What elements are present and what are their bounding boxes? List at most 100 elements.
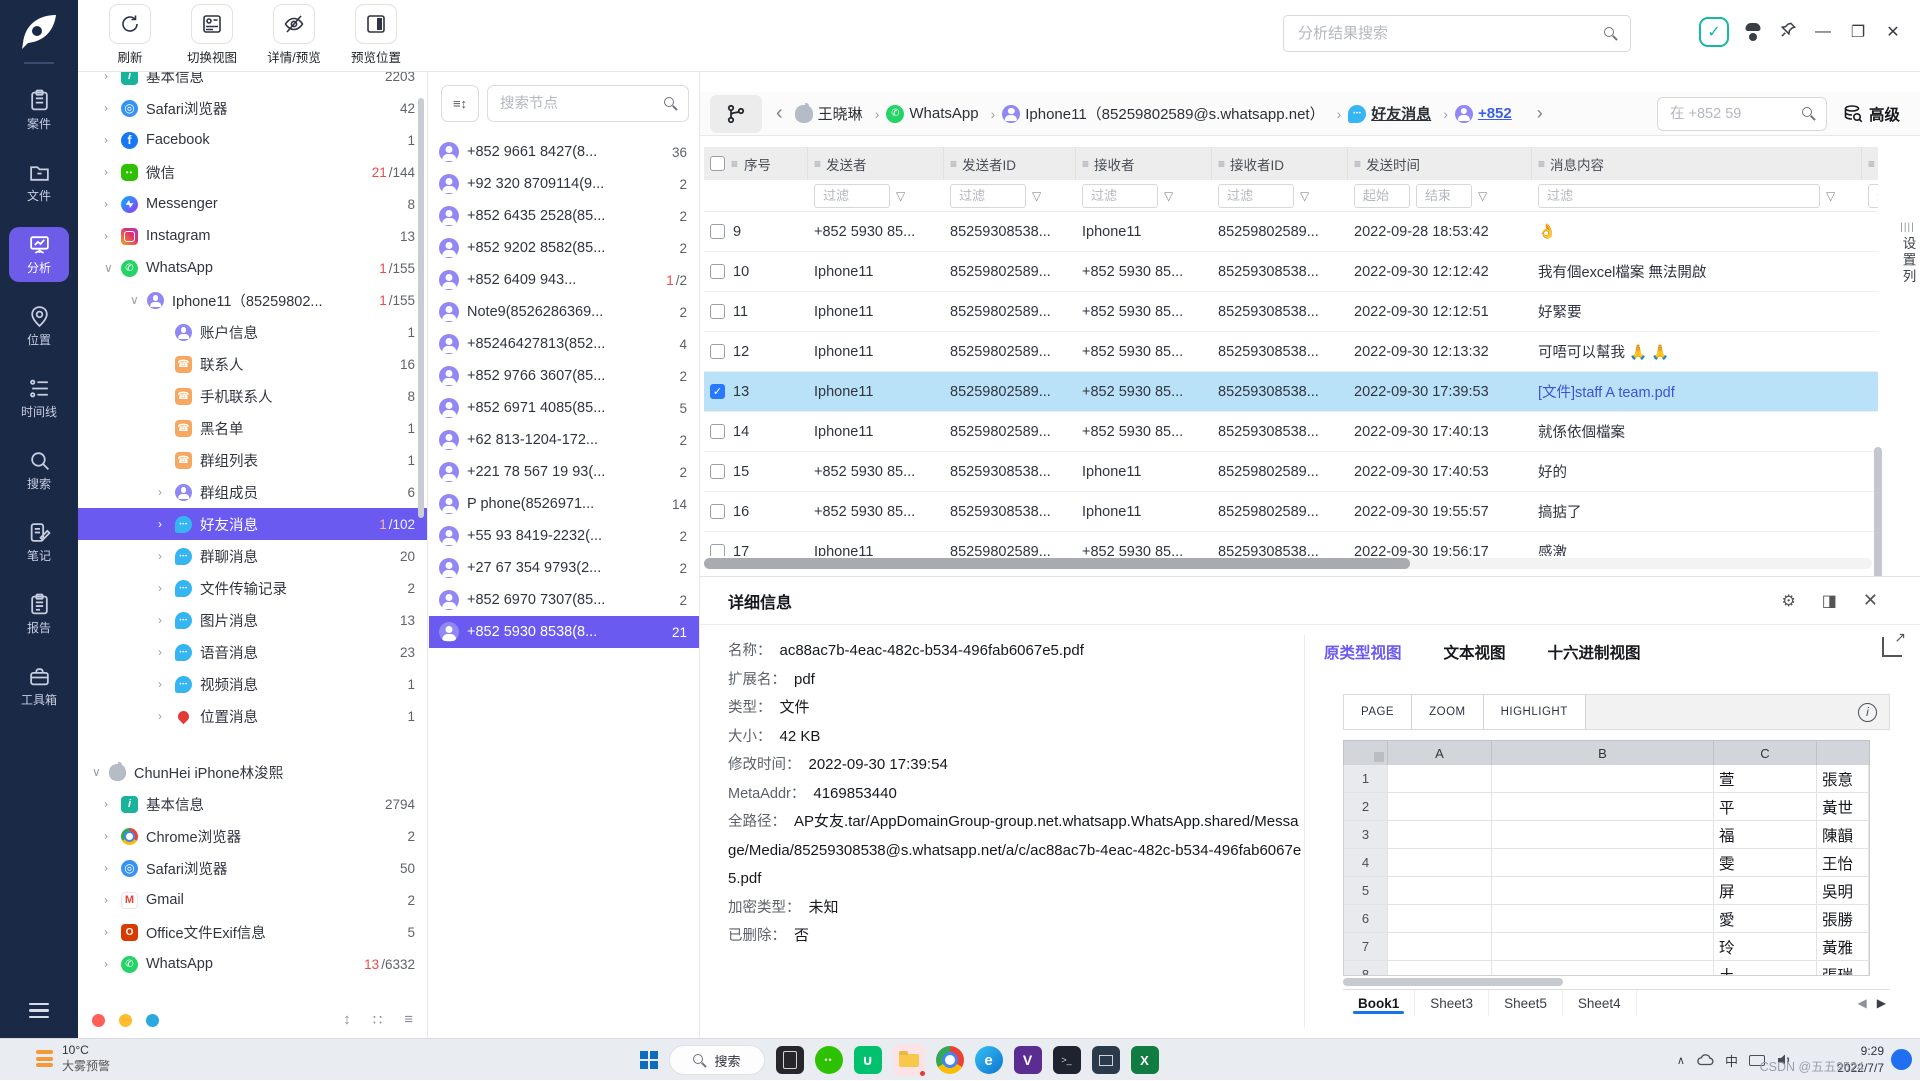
expander-icon[interactable]: › <box>158 677 175 691</box>
v-app-icon[interactable]: V <box>1014 1046 1042 1074</box>
tree-item[interactable]: ∨ Iphone11（85259802... 1 /155 <box>78 284 427 316</box>
taskbar-weather-widget[interactable]: 10°C 大雾预警 <box>36 1043 110 1074</box>
message-content-cell[interactable]: 搞掂了 <box>1532 501 1862 522</box>
table-row[interactable]: 17 Iphone11 85259802589... +852 5930 85.… <box>704 532 1878 556</box>
expander-icon[interactable]: › <box>104 229 121 243</box>
column-settings-label[interactable]: 设置列 <box>1898 236 1918 286</box>
sheet-row-number[interactable]: 7 <box>1344 933 1388 961</box>
sheet-row-number[interactable]: 6 <box>1344 905 1388 933</box>
close-icon[interactable]: ✕ <box>1882 22 1904 42</box>
preview-tab[interactable]: 十六进制视图 <box>1548 641 1641 663</box>
message-content-cell[interactable]: 感激 <box>1532 541 1862 556</box>
sheet-cell[interactable] <box>1492 821 1714 849</box>
rail-item-report[interactable]: 报告 <box>9 587 69 642</box>
select-all-checkbox[interactable] <box>710 156 725 171</box>
row-checkbox[interactable] <box>710 304 725 319</box>
refresh-button[interactable]: 刷新 <box>94 4 166 66</box>
taskbar-search[interactable]: 搜索 <box>669 1045 765 1075</box>
message-content-cell[interactable]: 好的 <box>1532 461 1862 482</box>
sheet-cell[interactable] <box>1492 961 1714 976</box>
sheet-tab[interactable]: Sheet5 <box>1489 990 1563 1016</box>
sheet-cell[interactable] <box>1492 877 1714 905</box>
node-item[interactable]: +62 813-1204-172... 2 <box>429 424 699 456</box>
panel-toggle-icon[interactable]: ◨ <box>1822 591 1837 611</box>
viewer-toolbar-button[interactable]: HIGHLIGHT <box>1484 695 1586 729</box>
column-settings-tab[interactable]: |||| 设置列 <box>1896 222 1919 286</box>
tree-item[interactable]: ∨ WhatsApp 1 /155 <box>78 252 427 284</box>
sheet-cell[interactable] <box>1492 933 1714 961</box>
node-item[interactable]: +92 320 8709114(9... 2 <box>429 168 699 200</box>
maximize-icon[interactable]: ❐ <box>1847 22 1869 42</box>
sheet-row-number[interactable]: 2 <box>1344 793 1388 821</box>
filter-icon[interactable] <box>1826 189 1835 203</box>
tree-item[interactable]: › Instagram 13 <box>78 220 427 252</box>
node-item[interactable]: +852 6970 7307(85... 2 <box>429 584 699 616</box>
node-search-box[interactable] <box>487 85 689 122</box>
sheet-row-number[interactable]: 3 <box>1344 821 1388 849</box>
breadcrumb-item[interactable]: 王晓琳 › <box>795 103 887 124</box>
node-item[interactable]: +852 6409 943... 1 /2 <box>429 264 699 296</box>
row-checkbox[interactable] <box>710 504 725 519</box>
node-item[interactable]: +852 5930 8538(8... 21 <box>429 616 699 648</box>
search-icon[interactable] <box>663 96 678 111</box>
tree-item[interactable]: › Safari浏览器 50 <box>78 852 427 884</box>
filter-icon[interactable] <box>1164 189 1173 203</box>
expander-icon[interactable]: › <box>104 101 121 115</box>
row-checkbox[interactable] <box>710 224 725 239</box>
tree-item[interactable]: 手机联系人 8 <box>78 380 427 412</box>
rail-item-search[interactable]: 搜索 <box>9 443 69 498</box>
pin-window-icon[interactable] <box>1777 21 1799 43</box>
expander-icon[interactable]: › <box>104 893 121 907</box>
sort-button[interactable]: ≡↕ <box>441 85 479 122</box>
edge-app-icon[interactable]: e <box>975 1046 1003 1074</box>
table-row[interactable]: 10 Iphone11 85259802589... +852 5930 85.… <box>704 252 1878 292</box>
tree-item[interactable]: › Messenger 8 <box>78 188 427 220</box>
table-horizontal-scrollbar[interactable] <box>704 558 1872 569</box>
node-item[interactable]: P phone(8526971... 14 <box>429 488 699 520</box>
breadcrumb-back-icon[interactable]: ‹ <box>776 102 783 125</box>
sheet-row-number[interactable]: 8 <box>1344 961 1388 976</box>
scoped-search-input[interactable] <box>1668 105 1801 123</box>
node-item[interactable]: +852 9766 3607(85... 2 <box>429 360 699 392</box>
filter-input[interactable] <box>957 187 1019 204</box>
message-content-cell[interactable]: 我有個excel檔案 無法開啟 <box>1532 261 1862 282</box>
node-item[interactable]: +852 9202 8582(85... 2 <box>429 232 699 264</box>
info-icon[interactable]: i <box>1858 703 1877 722</box>
column-label[interactable]: 发送者ID <box>962 154 1016 174</box>
sheet-cell[interactable]: 玲 <box>1714 933 1817 961</box>
table-row[interactable]: 14 Iphone11 85259802589... +852 5930 85.… <box>704 412 1878 452</box>
sheet-cell[interactable]: 王怡 <box>1817 849 1869 877</box>
terminal-app-icon[interactable]: >_ <box>1053 1046 1081 1074</box>
sheet-cell[interactable] <box>1388 905 1492 933</box>
expander-icon[interactable]: › <box>104 197 121 211</box>
sheet-cell[interactable]: 張勝 <box>1817 905 1869 933</box>
message-content-cell[interactable]: 好緊要 <box>1532 301 1862 322</box>
filter-input[interactable] <box>1089 187 1151 204</box>
filter-icon[interactable] <box>1478 189 1487 203</box>
search-icon[interactable] <box>1603 26 1618 41</box>
sheet-cell[interactable]: 屏 <box>1714 877 1817 905</box>
rail-item-location[interactable]: 位置 <box>9 299 69 354</box>
node-item[interactable]: +27 67 354 9793(2... 2 <box>429 552 699 584</box>
expander-icon[interactable]: › <box>104 797 121 811</box>
sheet-cell[interactable] <box>1388 961 1492 976</box>
sheet-cell[interactable]: 吳明 <box>1817 877 1869 905</box>
tree-item[interactable]: ∨ ChunHei iPhone林浚熙 <box>78 756 427 788</box>
filter-input[interactable] <box>1225 187 1287 204</box>
filter-icon[interactable] <box>1300 189 1309 203</box>
column-label[interactable]: 序号 <box>744 154 771 174</box>
rail-item-case[interactable]: 案件 <box>9 83 69 138</box>
expander-icon[interactable]: ∨ <box>104 261 121 275</box>
expander-icon[interactable]: › <box>104 829 121 843</box>
tree-item[interactable]: › Chrome浏览器 2 <box>78 820 427 852</box>
device-app-icon[interactable] <box>776 1046 804 1074</box>
expander-icon[interactable]: › <box>158 613 175 627</box>
node-item[interactable]: +852 6435 2528(85... 2 <box>429 200 699 232</box>
column-label[interactable]: 接收者 <box>1094 154 1135 174</box>
expander-icon[interactable]: › <box>104 133 121 147</box>
expander-icon[interactable]: › <box>104 957 121 971</box>
global-search-box[interactable] <box>1283 15 1631 52</box>
expander-icon[interactable]: › <box>104 165 121 179</box>
sheet-cell[interactable] <box>1388 877 1492 905</box>
sheet-cell[interactable]: 福 <box>1714 821 1817 849</box>
